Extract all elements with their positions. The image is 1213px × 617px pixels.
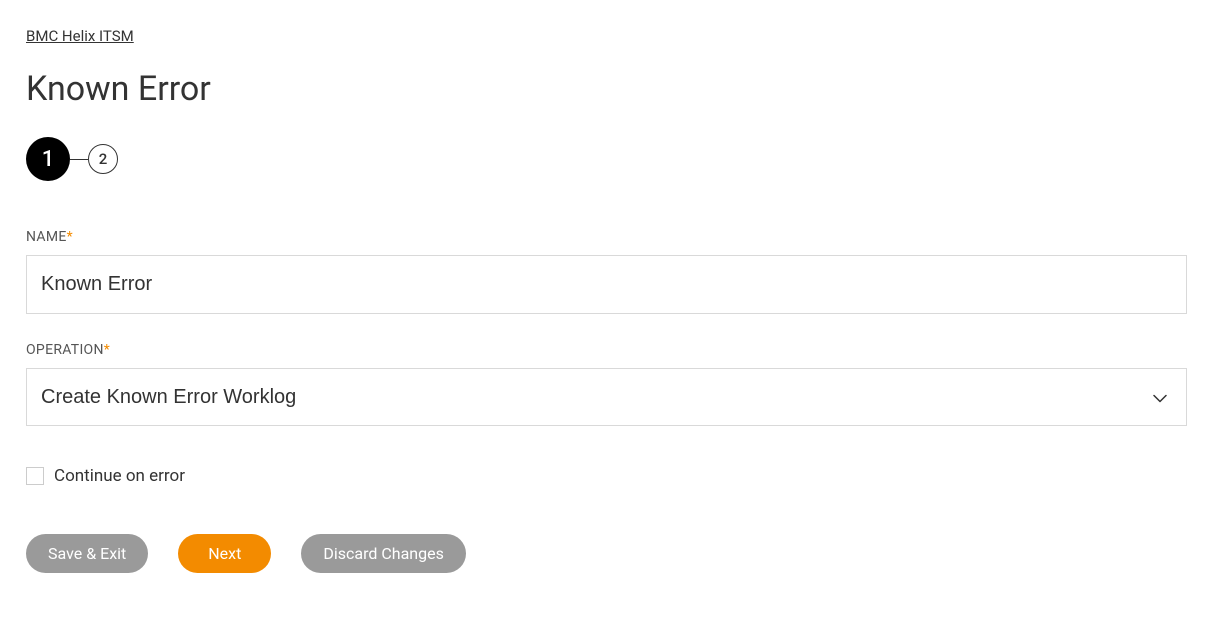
name-input[interactable] [26, 255, 1187, 314]
continue-on-error-checkbox[interactable] [26, 467, 44, 485]
name-label-text: NAME [26, 229, 67, 245]
step-connector [70, 159, 88, 160]
continue-on-error-label[interactable]: Continue on error [54, 466, 185, 486]
discard-changes-button[interactable]: Discard Changes [301, 534, 465, 573]
operation-select-wrapper: Create Known Error Worklog [26, 368, 1187, 426]
required-asterisk: * [104, 342, 110, 358]
name-label: NAME* [26, 229, 1187, 245]
operation-select[interactable]: Create Known Error Worklog [26, 368, 1187, 426]
operation-label-text: OPERATION [26, 342, 104, 358]
stepper: 1 2 [26, 137, 1187, 181]
page-title: Known Error [26, 69, 1187, 109]
button-row: Save & Exit Next Discard Changes [26, 534, 1187, 573]
step-2[interactable]: 2 [88, 144, 118, 174]
operation-form-group: OPERATION* Create Known Error Worklog [26, 342, 1187, 426]
save-exit-button[interactable]: Save & Exit [26, 534, 148, 573]
breadcrumb-link[interactable]: BMC Helix ITSM [26, 27, 134, 45]
required-asterisk: * [67, 229, 73, 245]
name-form-group: NAME* [26, 229, 1187, 314]
continue-on-error-row: Continue on error [26, 466, 1187, 486]
step-1[interactable]: 1 [26, 137, 70, 181]
next-button[interactable]: Next [178, 534, 271, 573]
operation-label: OPERATION* [26, 342, 1187, 358]
